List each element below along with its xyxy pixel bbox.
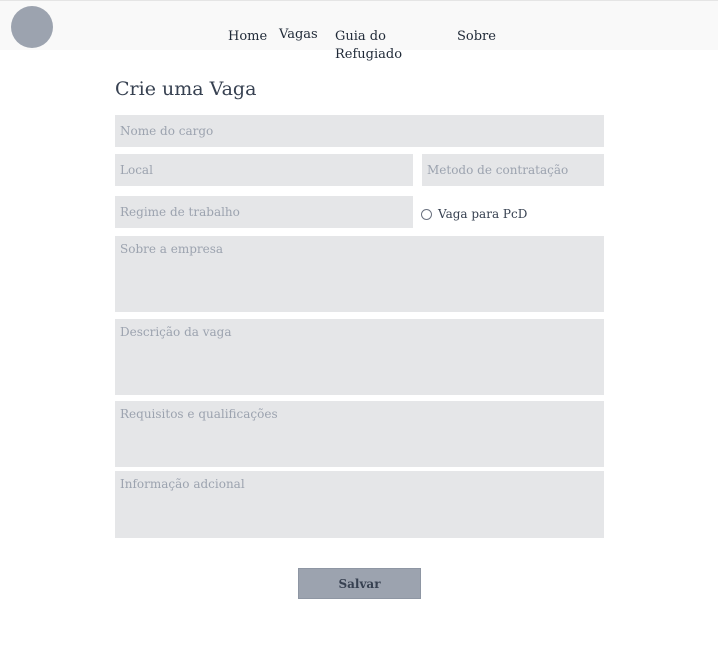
nav-link-guia-do-refugiado[interactable]: Guia do Refugiado — [335, 28, 402, 64]
pcd-label: Vaga para PcD — [438, 207, 528, 221]
pcd-radio[interactable] — [421, 208, 432, 220]
pcd-option[interactable]: Vaga para PcD — [421, 207, 527, 221]
work-regime-input[interactable] — [115, 196, 413, 228]
save-button[interactable]: Salvar — [298, 568, 421, 599]
hiring-method-input[interactable] — [422, 154, 604, 186]
top-navbar: Home Vagas Guia do Refugiado Sobre — [0, 0, 718, 62]
nav-link-home[interactable]: Home — [228, 28, 267, 46]
avatar[interactable] — [11, 6, 53, 48]
job-description-textarea[interactable] — [115, 319, 604, 395]
about-company-textarea[interactable] — [115, 236, 604, 312]
additional-info-textarea[interactable] — [115, 471, 604, 538]
location-input[interactable] — [115, 154, 413, 186]
job-title-input[interactable] — [115, 115, 604, 147]
requirements-textarea[interactable] — [115, 401, 604, 467]
page-title: Crie uma Vaga — [115, 78, 257, 100]
nav-link-vagas[interactable]: Vagas — [279, 26, 318, 44]
nav-link-sobre[interactable]: Sobre — [457, 28, 496, 46]
